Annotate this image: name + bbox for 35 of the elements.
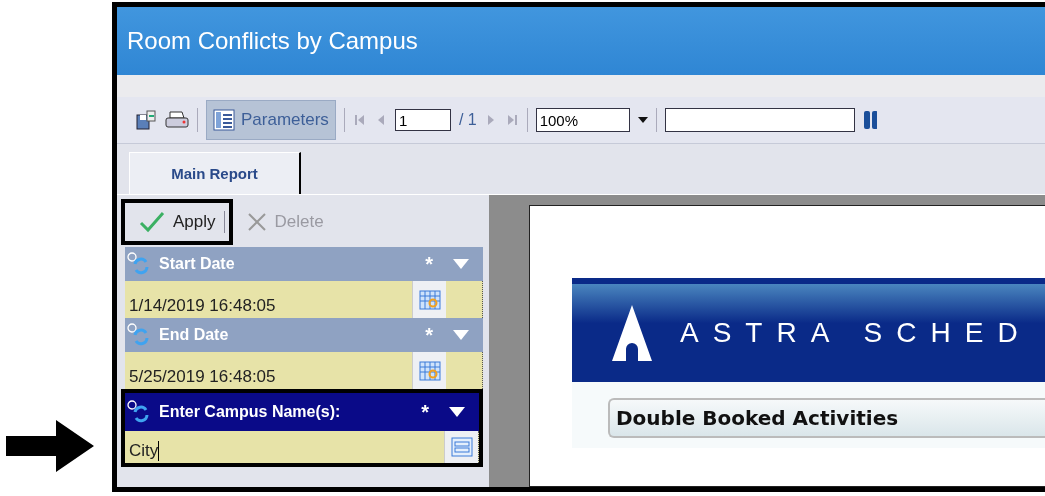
report-heading: Double Booked Activities bbox=[608, 398, 1045, 438]
apply-button[interactable]: Apply bbox=[125, 211, 224, 233]
parameter-label: Enter Campus Name(s): bbox=[159, 403, 342, 421]
print-icon[interactable] bbox=[165, 110, 189, 130]
calendar-button[interactable] bbox=[412, 352, 446, 389]
search-field[interactable] bbox=[664, 108, 855, 132]
dropdown-caret-icon[interactable] bbox=[637, 117, 648, 123]
list-icon bbox=[450, 437, 473, 457]
parameter-label: Start Date bbox=[159, 255, 236, 273]
refresh-icon bbox=[127, 400, 151, 424]
collapse-caret-icon[interactable] bbox=[449, 407, 465, 417]
list-picker-button[interactable] bbox=[444, 431, 478, 463]
x-icon bbox=[246, 212, 267, 232]
check-icon bbox=[139, 211, 165, 233]
list-icon bbox=[213, 109, 235, 131]
logo-text: ASTRA SCHED bbox=[680, 317, 1032, 349]
first-page-icon[interactable] bbox=[352, 113, 367, 127]
export-icon[interactable] bbox=[135, 109, 157, 131]
parameter-label: End Date bbox=[159, 326, 230, 344]
calendar-button[interactable] bbox=[412, 281, 446, 318]
calendar-icon bbox=[418, 289, 441, 310]
parameters-button[interactable]: Parameters bbox=[206, 100, 336, 140]
parameter-header[interactable]: Enter Campus Name(s): * bbox=[125, 393, 479, 431]
window-title: Room Conflicts by Campus bbox=[127, 27, 418, 55]
page-count: / 1 bbox=[458, 111, 477, 129]
tab[interactable]: Main Report bbox=[129, 152, 301, 194]
refresh-icon bbox=[127, 323, 151, 347]
refresh-icon bbox=[127, 252, 151, 276]
required-mark: * bbox=[425, 252, 433, 276]
zoom-field[interactable]: 100% bbox=[535, 108, 630, 132]
logo-icon bbox=[612, 305, 652, 361]
required-mark: * bbox=[421, 400, 429, 424]
calendar-icon bbox=[418, 360, 441, 381]
required-mark: * bbox=[425, 323, 433, 347]
page-field[interactable]: 1 bbox=[394, 109, 451, 131]
